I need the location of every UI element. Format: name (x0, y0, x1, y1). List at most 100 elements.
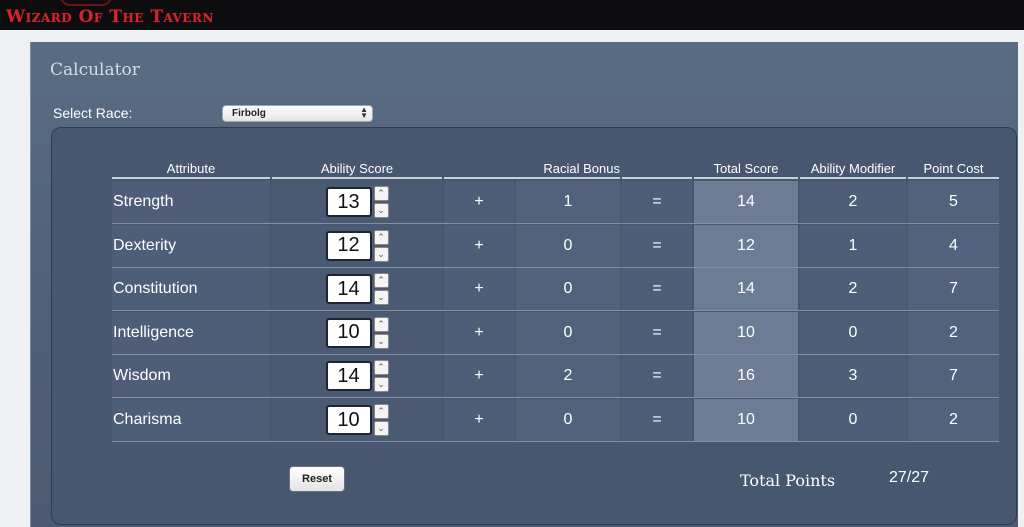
point-cost-value: 4 (908, 224, 999, 267)
attribute-name: Intelligence (112, 311, 270, 354)
attribute-name: Strength (112, 181, 270, 223)
ability-score-stepper[interactable]: ⌃ ⌄ (373, 360, 389, 393)
ability-score-input[interactable]: 14 (325, 361, 372, 392)
ability-modifier-value: 2 (800, 181, 906, 223)
chevron-up-icon[interactable]: ⌃ (373, 404, 389, 419)
ability-score-stepper[interactable]: ⌃ ⌄ (373, 316, 389, 349)
attribute-name: Constitution (112, 268, 270, 311)
top-bar: Wizard Of The Tavern (0, 0, 1024, 30)
header-racial-bonus: Racial Bonus (444, 161, 620, 179)
race-select-value: Firbolg (232, 108, 266, 119)
ability-modifier-value: 0 (800, 311, 906, 354)
ability-score-cell: 14 ⌃ ⌄ (272, 268, 442, 311)
chevron-down-icon[interactable]: ⌄ (373, 246, 389, 262)
chevron-down-icon[interactable]: ⌄ (373, 203, 389, 218)
point-cost-value: 5 (908, 181, 999, 223)
ability-score-cell: 10 ⌃ ⌄ (272, 399, 442, 441)
ability-score-input[interactable]: 13 (325, 187, 372, 217)
table-row: Constitution 14 ⌃ ⌄ +0 = 14 2 7 (112, 268, 999, 312)
plus-sign: + (444, 224, 514, 267)
chevron-up-icon[interactable]: ⌃ (373, 316, 389, 332)
total-score-value: 10 (694, 399, 798, 441)
select-race-label: Select Race: (53, 105, 133, 121)
header-total-score: Total Score (694, 161, 798, 179)
chevron-up-icon[interactable]: ⌃ (373, 273, 389, 289)
racial-bonus-value: 0 (516, 399, 620, 441)
ability-score-stepper[interactable]: ⌃ ⌄ (373, 229, 389, 262)
attribute-name: Charisma (112, 399, 270, 441)
logo-emblem (60, 0, 112, 6)
header-attribute: Attribute (112, 161, 270, 179)
ability-score-stepper[interactable]: ⌃ ⌄ (373, 273, 389, 306)
ability-score-cell: 14 ⌃ ⌄ (272, 355, 442, 398)
ability-table-container: Attribute Ability Score Racial Bonus Tot… (51, 127, 1017, 525)
ability-score-input[interactable]: 10 (325, 405, 372, 435)
total-points-value: 27/27 (889, 469, 930, 486)
racial-bonus-value: 1 (516, 181, 620, 223)
equals-sign: = (622, 268, 692, 311)
header-ability-modifier: Ability Modifier (800, 161, 906, 179)
chevron-down-icon[interactable]: ⌄ (373, 421, 389, 436)
point-cost-value: 7 (908, 355, 999, 398)
ability-score-cell: 12 ⌃ ⌄ (272, 224, 442, 267)
ability-score-stepper[interactable]: ⌃ ⌄ (373, 186, 389, 218)
point-cost-value: 2 (908, 399, 999, 441)
total-score-value: 16 (694, 355, 798, 398)
ability-score-cell: 13 ⌃ ⌄ (272, 181, 442, 223)
table-row: Charisma 10 ⌃ ⌄ +0 = 10 0 2 (112, 399, 999, 442)
chevron-up-icon[interactable]: ⌃ (373, 229, 389, 245)
racial-bonus-value: 2 (516, 355, 620, 398)
table-row: Strength 13 ⌃ ⌄ +1 = 14 2 5 (112, 181, 999, 224)
racial-bonus-value: 0 (516, 311, 620, 354)
equals-sign: = (622, 355, 692, 398)
total-score-value: 14 (694, 181, 798, 223)
chevron-up-icon[interactable]: ⌃ (373, 360, 389, 376)
attribute-name: Wisdom (112, 355, 270, 398)
table-header: Attribute Ability Score Racial Bonus Tot… (112, 161, 999, 179)
total-score-value: 12 (694, 224, 798, 267)
point-cost-value: 2 (908, 311, 999, 354)
header-spacer (622, 161, 692, 179)
header-ability-score: Ability Score (272, 161, 442, 179)
attribute-name: Dexterity (112, 224, 270, 267)
chevron-up-icon[interactable]: ⌃ (373, 186, 389, 201)
ability-modifier-value: 3 (800, 355, 906, 398)
page-edge (1018, 30, 1024, 527)
racial-bonus-value: 0 (516, 268, 620, 311)
table-row: Wisdom 14 ⌃ ⌄ +2 = 16 3 7 (112, 355, 999, 399)
ability-score-input[interactable]: 12 (325, 230, 372, 261)
header-racial-bonus-label: Racial Bonus (543, 161, 620, 176)
equals-sign: = (622, 181, 692, 223)
ability-modifier-value: 0 (800, 399, 906, 441)
total-points-label: Total Points (740, 471, 836, 490)
plus-sign: + (444, 399, 514, 441)
total-score-value: 14 (694, 268, 798, 311)
plus-sign: + (444, 355, 514, 398)
table-row: Intelligence 10 ⌃ ⌄ +0 = 10 0 2 (112, 311, 999, 355)
ability-score-input[interactable]: 14 (325, 274, 372, 305)
chevron-down-icon[interactable]: ⌄ (373, 377, 389, 393)
header-point-cost: Point Cost (908, 161, 999, 179)
select-arrows-icon: ▲ ▼ (360, 105, 368, 120)
ability-modifier-value: 1 (800, 224, 906, 267)
plus-sign: + (444, 311, 514, 354)
chevron-down-icon[interactable]: ⌄ (373, 290, 389, 306)
point-cost-value: 7 (908, 268, 999, 311)
reset-button[interactable]: Reset (289, 466, 345, 492)
page-title: Calculator (50, 60, 140, 80)
ability-score-cell: 10 ⌃ ⌄ (272, 311, 442, 354)
race-select[interactable]: Firbolg ▲ ▼ (222, 105, 373, 122)
ability-score-input[interactable]: 10 (325, 317, 372, 348)
table-row: Dexterity 12 ⌃ ⌄ +0 = 12 1 4 (112, 224, 999, 268)
site-logo[interactable]: Wizard Of The Tavern (6, 7, 214, 27)
racial-bonus-value: 0 (516, 224, 620, 267)
calculator-panel: Calculator Select Race: Firbolg ▲ ▼ Attri… (30, 42, 1024, 527)
equals-sign: = (622, 224, 692, 267)
chevron-down-icon[interactable]: ⌄ (373, 333, 389, 349)
equals-sign: = (622, 311, 692, 354)
plus-sign: + (444, 268, 514, 311)
total-score-value: 10 (694, 311, 798, 354)
equals-sign: = (622, 399, 692, 441)
plus-sign: + (444, 181, 514, 223)
ability-score-stepper[interactable]: ⌃ ⌄ (373, 404, 389, 436)
